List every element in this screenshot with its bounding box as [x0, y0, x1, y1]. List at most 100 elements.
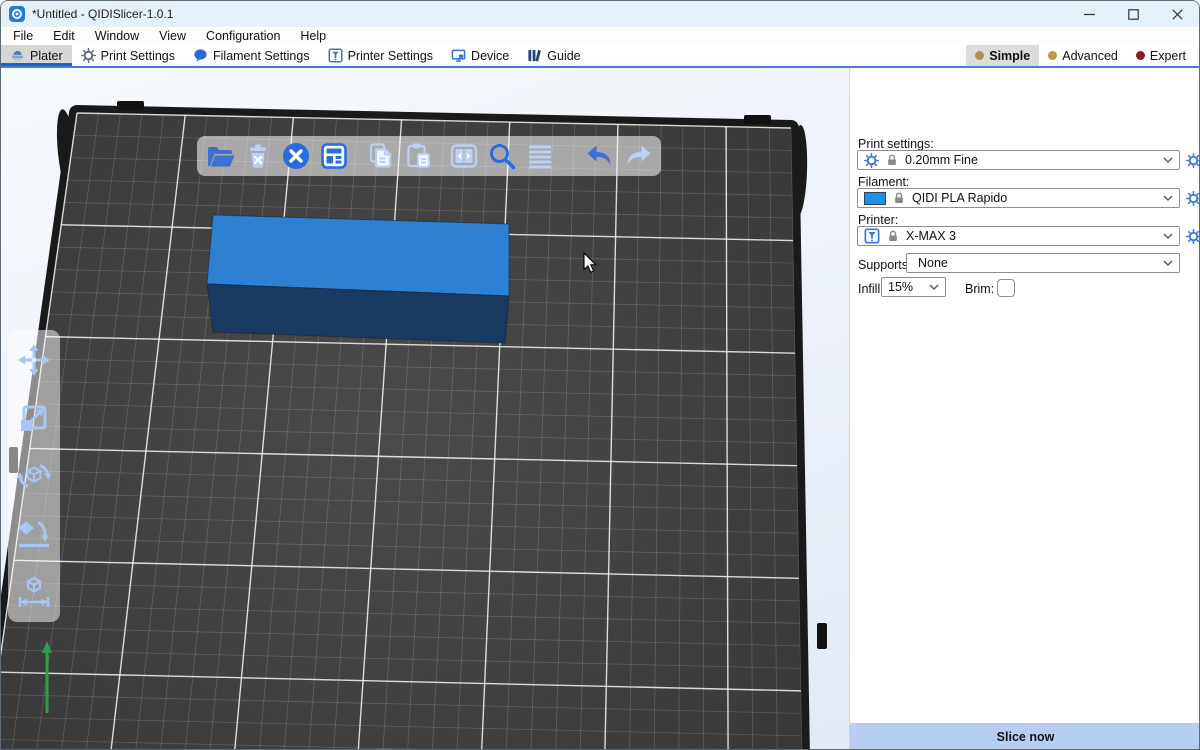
scale-icon — [16, 400, 52, 436]
title-bar: *Untitled - QIDISlicer-1.0.1 — [1, 1, 1199, 27]
delete-all-button[interactable] — [279, 139, 313, 173]
chevron-down-icon — [1163, 260, 1173, 266]
tab-guide[interactable]: Guide — [518, 45, 589, 66]
gear-icon — [81, 48, 96, 63]
menu-item-configuration[interactable]: Configuration — [196, 27, 290, 45]
minimize-icon — [1084, 9, 1095, 20]
move-icon — [16, 342, 52, 378]
infill-label: Infill: — [858, 282, 884, 296]
expert-dot-icon — [1136, 51, 1145, 60]
undo-icon — [584, 140, 616, 172]
open-folder-button[interactable] — [203, 139, 237, 173]
rotate-icon — [16, 458, 52, 494]
filament-value: QIDI PLA Rapido — [912, 191, 1007, 205]
mode-expert[interactable]: Expert — [1127, 45, 1195, 66]
paste-icon — [402, 140, 434, 172]
print-profile-value: 0.20mm Fine — [905, 153, 978, 167]
close-icon — [1172, 9, 1183, 20]
lock-icon — [892, 191, 906, 205]
advanced-dot-icon — [1048, 51, 1057, 60]
minimize-button[interactable] — [1067, 1, 1111, 27]
menu-item-help[interactable]: Help — [290, 27, 336, 45]
maximize-icon — [1128, 9, 1139, 20]
filament-gear-button[interactable] — [1186, 191, 1200, 206]
measure-gizmo-button[interactable] — [15, 573, 53, 611]
print-settings-dropdown[interactable]: 0.20mm Fine — [857, 150, 1180, 170]
place-on-face-icon — [16, 516, 52, 552]
undo-button[interactable] — [583, 139, 617, 173]
search-button[interactable] — [485, 139, 519, 173]
window-title: *Untitled - QIDISlicer-1.0.1 — [32, 7, 173, 21]
printer-gear-button[interactable] — [1186, 229, 1200, 244]
arrange-button[interactable] — [317, 139, 351, 173]
app-logo-icon — [9, 6, 25, 22]
printer-label: Printer: — [858, 213, 898, 227]
chevron-down-icon — [929, 284, 939, 290]
settings-sidebar: Print settings: 0.20mm Fine Filament: QI… — [849, 68, 1200, 750]
slice-now-button[interactable]: Slice now — [850, 723, 1200, 750]
menu-item-view[interactable]: View — [149, 27, 196, 45]
print-settings-gear-button[interactable] — [1186, 153, 1200, 168]
place-on-face-gizmo-button[interactable] — [15, 515, 53, 553]
printer-icon — [864, 228, 880, 244]
split-instances-icon — [448, 140, 480, 172]
infill-value: 15% — [888, 280, 913, 294]
delete-button[interactable] — [241, 139, 275, 173]
infill-dropdown[interactable]: 15% — [881, 277, 946, 297]
gizmo-toolbar — [8, 330, 60, 622]
menu-item-file[interactable]: File — [3, 27, 43, 45]
menu-item-window[interactable]: Window — [85, 27, 149, 45]
move-gizmo-button[interactable] — [15, 341, 53, 379]
simple-dot-icon — [975, 51, 984, 60]
close-button[interactable] — [1155, 1, 1199, 27]
tab-device[interactable]: Device — [442, 45, 518, 66]
scale-gizmo-button[interactable] — [15, 399, 53, 437]
tab-plater[interactable]: Plater — [1, 45, 72, 66]
arrange-icon — [318, 140, 350, 172]
variable-layer-height-icon — [524, 140, 556, 172]
lock-icon — [885, 153, 899, 167]
redo-button[interactable] — [621, 139, 655, 173]
mode-simple[interactable]: Simple — [966, 45, 1039, 66]
chevron-down-icon — [1163, 195, 1173, 201]
copy-button[interactable] — [363, 139, 397, 173]
mode-advanced[interactable]: Advanced — [1039, 45, 1127, 66]
lock-icon — [886, 229, 900, 243]
tab-printer-settings[interactable]: Printer Settings — [319, 45, 442, 66]
variable-layer-height-button[interactable] — [523, 139, 557, 173]
chevron-down-icon — [1163, 233, 1173, 239]
plater-3d-viewport[interactable] — [1, 68, 849, 750]
paste-button[interactable] — [401, 139, 435, 173]
measure-icon — [16, 574, 52, 610]
printer-dropdown[interactable]: X-MAX 3 — [857, 226, 1180, 246]
tab-filament-settings[interactable]: Filament Settings — [184, 45, 319, 66]
menu-bar: File Edit Window View Configuration Help — [1, 27, 1199, 45]
chevron-down-icon — [1163, 157, 1173, 163]
filament-dropdown[interactable]: QIDI PLA Rapido — [857, 188, 1180, 208]
rotate-gizmo-button[interactable] — [15, 457, 53, 495]
plater-icon — [10, 48, 25, 63]
supports-value: None — [913, 256, 948, 270]
delete-all-icon — [280, 140, 312, 172]
gear-icon — [864, 153, 879, 168]
copy-icon — [364, 140, 396, 172]
print-settings-label: Print settings: — [858, 137, 934, 151]
gear-icon — [1186, 229, 1200, 244]
filament-color-swatch — [864, 192, 886, 205]
gear-icon — [1186, 153, 1200, 168]
filament-icon — [193, 48, 208, 63]
tab-print-settings[interactable]: Print Settings — [72, 45, 184, 66]
app-window: *Untitled - QIDISlicer-1.0.1 File Edit W… — [0, 0, 1200, 750]
search-icon — [486, 140, 518, 172]
printer-icon — [328, 48, 343, 63]
supports-dropdown[interactable]: None — [906, 253, 1180, 273]
brim-label: Brim: — [965, 282, 994, 296]
gear-icon — [1186, 191, 1200, 206]
maximize-button[interactable] — [1111, 1, 1155, 27]
brim-checkbox[interactable] — [997, 279, 1015, 297]
menu-item-edit[interactable]: Edit — [43, 27, 85, 45]
open-folder-icon — [204, 140, 236, 172]
split-instances-button[interactable] — [447, 139, 481, 173]
filament-label: Filament: — [858, 175, 909, 189]
guide-icon — [527, 48, 542, 63]
